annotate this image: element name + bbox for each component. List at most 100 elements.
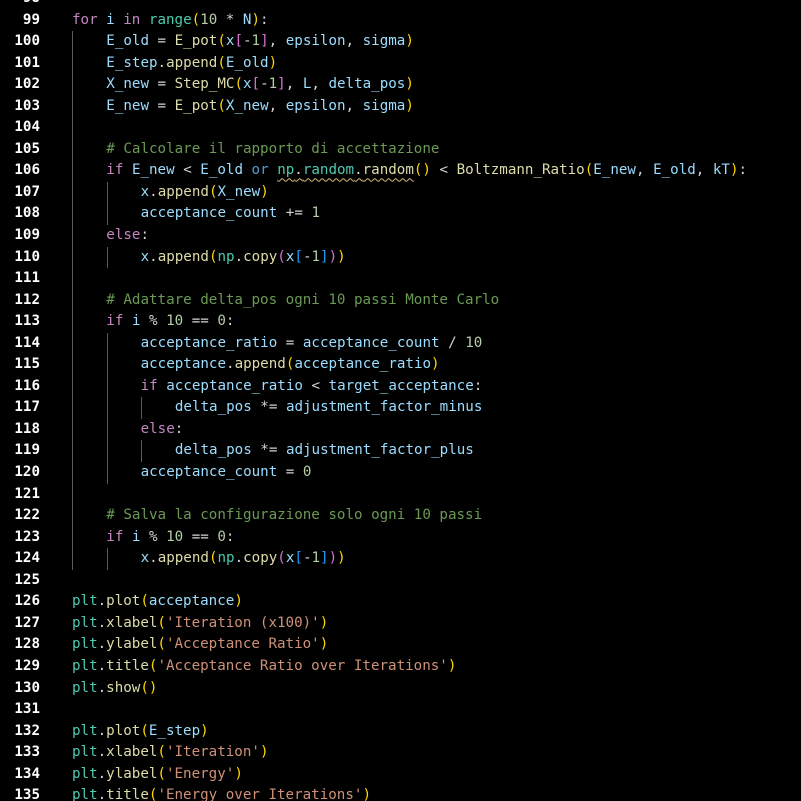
code-line[interactable]: 129 plt.title('Acceptance Ratio over Iter…	[0, 656, 801, 678]
code-token: copy	[243, 550, 278, 567]
code-line[interactable]: 130 plt.show()	[0, 678, 801, 700]
line-number: 121	[14, 485, 40, 502]
code-line[interactable]: 132 plt.plot(E_step)	[0, 721, 801, 743]
line-number: 132	[14, 722, 40, 739]
code-token: if	[106, 528, 124, 545]
code-token: (	[277, 550, 286, 567]
indent-guide	[72, 203, 73, 226]
code-line[interactable]: 121	[0, 483, 801, 506]
indent-guide	[72, 375, 73, 398]
code-line[interactable]: 116 if acceptance_ratio < target_acceptan…	[0, 375, 801, 398]
code-line[interactable]: 112 # Adattare delta_pos ogni 10 passi Mo…	[0, 289, 801, 312]
code-line[interactable]: 102 X_new = Step_MC(x[-1], L, delta_pos)	[0, 74, 801, 96]
code-token: plt	[72, 722, 98, 739]
code-line[interactable]: 114 acceptance_ratio = acceptance_count /…	[0, 332, 801, 355]
code-line[interactable]: 117 delta_pos *= adjustment_factor_minus	[0, 397, 801, 419]
code-line[interactable]: 126 plt.plot(acceptance)	[0, 591, 801, 613]
line-number: 105	[14, 140, 40, 157]
code-token: (	[191, 11, 201, 28]
code-token: x	[140, 248, 150, 265]
code-token: .	[97, 614, 107, 631]
code-token: 'Energy over Iterations'	[157, 787, 363, 801]
line-number: 123	[14, 528, 40, 545]
code-token: plt	[72, 636, 98, 653]
code-token: .	[97, 679, 107, 696]
code-token: *	[217, 11, 243, 28]
code-editor[interactable]: 9899for i in range(10 * N):100E_old = E_…	[0, 0, 801, 801]
code-line[interactable]: 100 E_old = E_pot(x[-1], epsilon, sigma)	[0, 31, 801, 53]
code-line[interactable]: 110 x.append(np.copy(x[-1]))	[0, 246, 801, 269]
code-token: (	[234, 76, 243, 93]
code-line[interactable]: 127 plt.xlabel('Iteration (x100)')	[0, 613, 801, 635]
line-number: 111	[14, 270, 40, 287]
line-number: 118	[14, 420, 40, 437]
indent-guide	[72, 225, 73, 247]
indent-guide	[106, 548, 108, 570]
code-token: plot	[106, 593, 141, 610]
line-number: 109	[14, 227, 40, 244]
indent-guide	[72, 138, 73, 161]
code-token: sigma	[362, 33, 406, 50]
code-token: # Adattare delta_pos ogni 10 passi Monte…	[106, 291, 500, 308]
code-token: plt	[72, 765, 98, 782]
code-token: delta_pos	[174, 399, 252, 416]
code-text: delta_pos *= adjustment_factor_minus	[175, 397, 483, 419]
code-token: acceptance_count	[140, 464, 278, 481]
line-number: 135	[14, 787, 40, 801]
code-token: )	[234, 593, 243, 610]
code-line[interactable]: 113 if i % 10 == 0:	[0, 311, 801, 333]
code-line[interactable]: 131	[0, 699, 801, 721]
code-line[interactable]: 101 E_step.append(E_old)	[0, 52, 801, 75]
code-line[interactable]: 106 if E_new < E_old or np.random.random(…	[0, 160, 801, 182]
code-token: target_acceptance	[328, 377, 474, 394]
code-token: -	[243, 33, 252, 50]
code-line[interactable]: 109 else:	[0, 225, 801, 247]
code-token: ylabel	[106, 765, 158, 782]
code-token: 10	[200, 11, 218, 28]
code-token: )	[337, 550, 346, 567]
code-token: E_pot	[174, 33, 218, 50]
code-line[interactable]: 115 acceptance.append(acceptance_ratio)	[0, 354, 801, 376]
code-token: 1	[311, 248, 321, 265]
code-token: (	[157, 765, 166, 782]
line-number: 99	[22, 11, 40, 28]
code-line[interactable]: 134 plt.ylabel('Energy')	[0, 764, 801, 786]
code-token: :	[225, 528, 235, 545]
code-line[interactable]: 111	[0, 268, 801, 290]
code-line[interactable]: 105 # Calcolare il rapporto di accettazio…	[0, 138, 801, 161]
code-line[interactable]: 122 # Salva la configurazione solo ogni 1…	[0, 505, 801, 527]
code-line[interactable]: 120 acceptance_count = 0	[0, 462, 801, 484]
code-token: (	[140, 722, 149, 739]
code-line[interactable]: 123 if i % 10 == 0:	[0, 526, 801, 549]
code-line[interactable]: 125	[0, 570, 801, 592]
code-line[interactable]: 103 E_new = E_pot(X_new, epsilon, sigma)	[0, 95, 801, 118]
code-token: )	[328, 248, 338, 265]
code-token: acceptance_ratio	[140, 334, 278, 351]
indent-guide	[72, 354, 73, 376]
code-line[interactable]: 124 x.append(np.copy(x[-1]))	[0, 548, 801, 570]
code-token: )	[405, 97, 414, 114]
line-number: 104	[14, 119, 40, 136]
code-token: (	[584, 162, 594, 179]
code-line[interactable]: 104	[0, 117, 801, 139]
code-token: =	[149, 33, 175, 50]
code-line[interactable]: 133 plt.xlabel('Iteration')	[0, 742, 801, 764]
code-line[interactable]: 99 for i in range(10 * N):	[0, 10, 801, 32]
code-token: 'Acceptance Ratio'	[165, 636, 320, 653]
code-token: E_step	[106, 54, 158, 71]
code-line[interactable]: 128 plt.ylabel('Acceptance Ratio')	[0, 634, 801, 656]
line-number: 125	[14, 571, 40, 588]
code-token: E_pot	[174, 97, 218, 114]
code-line[interactable]: 98	[0, 0, 801, 10]
code-line[interactable]: 107 x.append(X_new)	[0, 181, 801, 204]
code-line[interactable]: 108 acceptance_count += 1	[0, 203, 801, 226]
indent-guide	[72, 160, 73, 182]
indent-guide	[72, 332, 73, 355]
code-line[interactable]: 119 delta_pos *= adjustment_factor_plus	[0, 440, 801, 463]
code-text: x.append(np.copy(x[-1]))	[141, 247, 346, 269]
code-line[interactable]: 135 plt.title('Energy over Iterations')	[0, 785, 801, 801]
line-number: 101	[14, 54, 40, 71]
line-number: 107	[14, 183, 40, 200]
code-token: (	[157, 614, 166, 631]
code-line[interactable]: 118 else:	[0, 418, 801, 441]
